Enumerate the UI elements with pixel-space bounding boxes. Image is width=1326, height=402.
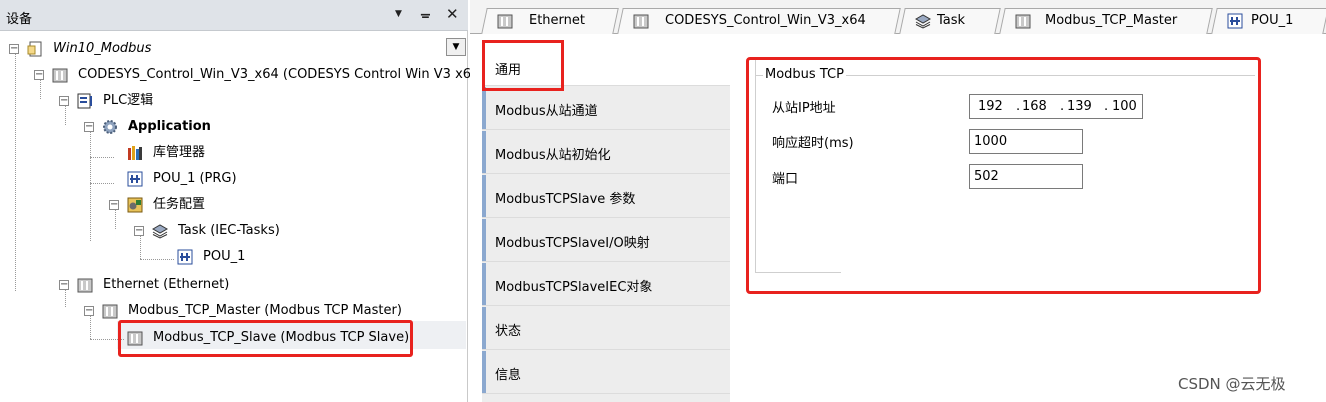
device-editor: 通用 Modbus从站通道 Modbus从站初始化 ModbusTCPSlave… — [470, 35, 1326, 402]
tree-item-label: 库管理器 — [153, 145, 206, 160]
tab-label: CODESYS_Control_Win_V3_x64 — [665, 13, 866, 28]
nav-item-slave-init[interactable]: Modbus从站初始化 — [482, 131, 730, 174]
tree-item-task[interactable]: − Task (IEC-Tasks) — [0, 219, 300, 243]
task-config-icon — [127, 197, 143, 213]
tree-item-plc-logic[interactable]: − PLC逻辑 — [0, 89, 300, 113]
nav-item-status[interactable]: 状态 — [482, 307, 730, 350]
collapse-toggle[interactable]: − — [134, 226, 144, 236]
library-manager-icon — [128, 146, 142, 160]
application-gear-icon — [103, 120, 117, 134]
tree-item-application[interactable]: − Application — [0, 115, 300, 139]
project-icon — [27, 41, 42, 57]
nav-accent-bar — [482, 307, 486, 349]
devices-panel-header: 设备 ▼ ᚚ ✕ — [0, 0, 468, 31]
tree-item-label: POU_1 — [203, 249, 246, 264]
nav-accent-bar — [482, 175, 486, 217]
tab-task[interactable]: Task — [899, 8, 1001, 34]
tree-item-label: 任务配置 — [153, 197, 206, 212]
nav-item-label: Modbus从站初始化 — [495, 148, 611, 163]
collapse-toggle[interactable]: − — [84, 306, 94, 316]
tab-modbus-tcp-master[interactable]: Modbus_TCP_Master — [999, 8, 1213, 34]
nav-accent-bar — [482, 351, 486, 393]
tree-item-label: Win10_Modbus — [53, 41, 152, 56]
pin-icon[interactable]: ᚚ — [421, 7, 430, 21]
nav-item-label: ModbusTCPSlaveIEC对象 — [495, 280, 653, 295]
tree-item-label: Task (IEC-Tasks) — [178, 223, 280, 238]
editor-side-nav: 通用 Modbus从站通道 Modbus从站初始化 ModbusTCPSlave… — [482, 43, 730, 402]
nav-item-info[interactable]: 信息 — [482, 351, 730, 394]
watermark: CSDN @云无极 — [1178, 375, 1286, 393]
tab-label: POU_1 — [1251, 13, 1294, 28]
nav-accent-bar — [482, 263, 486, 305]
nav-accent-bar — [482, 87, 486, 129]
tree-item-label: POU_1 (PRG) — [153, 171, 237, 186]
collapse-toggle[interactable]: − — [109, 200, 119, 210]
tree-item-label: PLC逻辑 — [103, 93, 154, 108]
tree-item-project[interactable]: − Win10_Modbus — [0, 37, 440, 61]
nav-accent-bar — [482, 131, 486, 173]
nav-item-label: 信息 — [495, 368, 522, 383]
collapse-toggle[interactable]: − — [59, 96, 69, 106]
device-icon — [102, 304, 118, 319]
nav-item-label: 状态 — [495, 324, 522, 339]
nav-item-label: ModbusTCPSlave 参数 — [495, 192, 636, 207]
nav-item-slave-params[interactable]: ModbusTCPSlave 参数 — [482, 175, 730, 218]
collapse-toggle[interactable]: − — [59, 280, 69, 290]
modbus-tcp-annotation-highlight — [746, 57, 1261, 294]
editor-tab-bar: Ethernet CODESYS_Control_Win_V3_x64 Task… — [470, 0, 1326, 34]
nav-item-io-mapping[interactable]: ModbusTCPSlaveI/O映射 — [482, 219, 730, 262]
tab-label: Modbus_TCP_Master — [1045, 13, 1178, 28]
tree-item-pou1-prg[interactable]: POU_1 (PRG) — [0, 167, 300, 191]
tab-pou1[interactable]: POU_1 — [1211, 8, 1326, 34]
tree-item-pou1-call[interactable]: POU_1 — [0, 245, 300, 269]
pou-icon — [127, 171, 143, 187]
tree-item-library-manager[interactable]: 库管理器 — [0, 141, 300, 165]
devices-panel-title: 设备 — [6, 12, 33, 27]
collapse-toggle[interactable]: − — [34, 70, 44, 80]
pou-call-icon — [177, 249, 193, 265]
slave-annotation-highlight — [118, 320, 413, 357]
nav-item-label: ModbusTCPSlaveI/O映射 — [495, 236, 650, 251]
tree-item-label: CODESYS_Control_Win_V3_x64 (CODESYS Cont… — [78, 67, 485, 82]
close-icon[interactable]: ✕ — [446, 5, 459, 23]
panel-menu-dropdown-icon[interactable]: ▼ — [395, 9, 402, 19]
tree-item-label: Application — [128, 119, 211, 134]
nav-item-label: Modbus从站通道 — [495, 104, 598, 119]
tree-item-task-config[interactable]: − 任务配置 — [0, 193, 300, 217]
plc-logic-icon — [77, 93, 92, 109]
collapse-toggle[interactable]: − — [9, 44, 19, 54]
nav-item-iec-objects[interactable]: ModbusTCPSlaveIEC对象 — [482, 263, 730, 306]
tree-item-plc-device[interactable]: − CODESYS_Control_Win_V3_x64 (CODESYS Co… — [0, 63, 484, 87]
nav-accent-bar — [482, 219, 486, 261]
general-annotation-highlight — [482, 40, 564, 91]
task-icon — [152, 224, 168, 239]
tree-item-label: Ethernet (Ethernet) — [103, 277, 230, 292]
tree-item-ethernet[interactable]: − Ethernet (Ethernet) — [0, 273, 300, 297]
tab-label: Task — [937, 13, 966, 28]
tab-label: Ethernet — [529, 13, 585, 28]
collapse-toggle[interactable]: − — [84, 122, 94, 132]
nav-item-slave-channels[interactable]: Modbus从站通道 — [482, 87, 730, 130]
device-icon — [52, 68, 68, 83]
tab-ethernet[interactable]: Ethernet — [481, 8, 619, 34]
devices-panel: 设备 ▼ ᚚ ✕ ▼ − Win10_Modbus − CODESYS_Cont… — [0, 0, 484, 402]
tab-codesys-control[interactable]: CODESYS_Control_Win_V3_x64 — [617, 8, 901, 34]
device-icon — [77, 278, 93, 293]
